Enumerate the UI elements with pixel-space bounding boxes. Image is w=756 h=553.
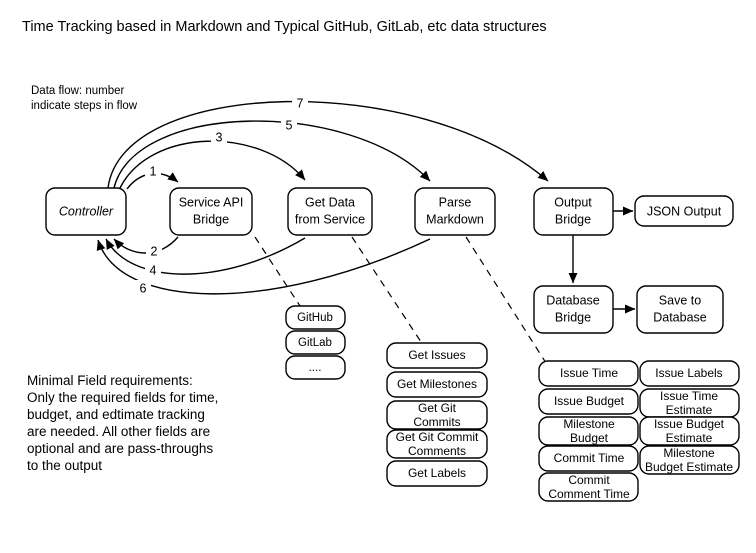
field-left-2-line1: Milestone xyxy=(563,417,615,431)
service-item-2-label: .... xyxy=(309,362,322,374)
note-line-2: Only the required fields for time, xyxy=(27,390,218,405)
field-right-1-line2: Estimate xyxy=(666,403,713,417)
json-output-label: JSON Output xyxy=(647,204,722,218)
flow-number-7: 7 xyxy=(297,96,304,110)
note-line-5: optional and are pass-throughs xyxy=(27,441,213,456)
node-get-data-from-service[interactable]: Get Data from Service xyxy=(287,187,373,236)
note-line-4: are needed. All other fields are xyxy=(27,424,210,439)
field-right-0-line1: Issue Labels xyxy=(655,366,722,380)
flow-number-5: 5 xyxy=(286,118,293,132)
service-item-0[interactable]: GitHub xyxy=(285,305,346,330)
field-left-3-line1: Commit Time xyxy=(554,451,625,465)
service-item-1[interactable]: GitLab xyxy=(285,330,346,355)
field-left-4-line1: Commit xyxy=(568,473,610,487)
field-right-3-line1: Milestone xyxy=(663,446,715,460)
operations-stack: Get Issues Get Milestones Get Git Commit… xyxy=(386,342,488,487)
controller-label: Controller xyxy=(59,204,114,218)
fields-left-column: Issue Time Issue Budget Milestone Budget… xyxy=(538,360,639,502)
diagram-canvas: Time Tracking based in Markdown and Typi… xyxy=(0,0,756,553)
legend-note: Data flow: number indicate steps in flow xyxy=(31,85,138,112)
operation-item-4[interactable]: Get Labels xyxy=(386,460,488,487)
node-database-bridge[interactable]: Database Bridge xyxy=(533,285,614,334)
get-data-label-line2: from Service xyxy=(295,212,365,226)
operation-item-1[interactable]: Get Milestones xyxy=(386,371,488,398)
save-to-database-label-line2: Database xyxy=(653,310,707,324)
operation-item-3-line2: Comments xyxy=(408,444,466,458)
legend-line-1: Data flow: number xyxy=(31,85,124,97)
service-item-2[interactable]: .... xyxy=(285,355,346,380)
service-api-bridge-label-line1: Service API xyxy=(179,195,244,209)
node-json-output[interactable]: JSON Output xyxy=(634,195,734,227)
operation-item-4-line1: Get Labels xyxy=(408,466,466,480)
field-left-1-line1: Issue Budget xyxy=(554,394,625,408)
fields-right-column: Issue Labels Issue Time Estimate Issue B… xyxy=(639,360,740,475)
field-right-3-line2: Budget Estimate xyxy=(645,460,733,474)
flow-arc-4 xyxy=(105,237,306,275)
note-line-1: Minimal Field requirements: xyxy=(27,373,193,388)
database-bridge-label-line2: Bridge xyxy=(555,310,591,324)
operation-item-0[interactable]: Get Issues xyxy=(386,342,488,369)
service-item-0-label: GitHub xyxy=(297,312,333,324)
flow-number-1: 1 xyxy=(150,164,157,178)
field-right-2-line2: Estimate xyxy=(666,431,713,445)
operation-item-2-line2: Commits xyxy=(413,415,460,429)
field-left-2[interactable]: Milestone Budget xyxy=(538,416,639,446)
dashed-link-service-bridge-to-github xyxy=(254,236,301,307)
field-left-3[interactable]: Commit Time xyxy=(538,445,639,472)
output-bridge-label-line1: Output xyxy=(554,195,592,209)
operation-item-3-line1: Get Git Commit xyxy=(396,430,479,444)
operation-item-3[interactable]: Get Git Commit Comments xyxy=(386,429,488,459)
operation-item-2-line1: Get Git xyxy=(418,401,457,415)
node-output-bridge[interactable]: Output Bridge xyxy=(533,187,614,236)
note-line-6: to the output xyxy=(27,458,102,473)
flow-number-4: 4 xyxy=(150,263,157,277)
field-right-2-line1: Issue Budget xyxy=(654,417,725,431)
page-title: Time Tracking based in Markdown and Typi… xyxy=(22,19,547,35)
node-parse-markdown[interactable]: Parse Markdown xyxy=(414,187,496,236)
note-line-3: budget, and edtimate tracking xyxy=(27,407,205,422)
field-right-1[interactable]: Issue Time Estimate xyxy=(639,388,740,418)
legend-line-2: indicate steps in flow xyxy=(31,100,138,112)
field-right-1-line1: Issue Time xyxy=(660,389,718,403)
operation-item-0-line1: Get Issues xyxy=(408,348,465,362)
operation-item-1-line1: Get Milestones xyxy=(397,377,477,391)
field-left-0-line1: Issue Time xyxy=(560,366,618,380)
field-right-2[interactable]: Issue Budget Estimate xyxy=(639,416,740,446)
field-left-2-line2: Budget xyxy=(570,431,609,445)
services-stack: GitHub GitLab .... xyxy=(285,305,346,380)
database-bridge-label-line1: Database xyxy=(546,293,600,307)
minimal-field-requirements-note: Minimal Field requirements: Only the req… xyxy=(27,373,218,473)
service-api-bridge-label-line2: Bridge xyxy=(193,212,229,226)
parse-markdown-label-line1: Parse xyxy=(439,195,472,209)
save-to-database-label-line1: Save to xyxy=(659,293,701,307)
node-service-api-bridge[interactable]: Service API Bridge xyxy=(169,187,253,236)
node-save-to-database[interactable]: Save to Database xyxy=(636,285,724,334)
field-right-3[interactable]: Milestone Budget Estimate xyxy=(639,445,740,475)
flow-arcs-outbound xyxy=(107,100,549,190)
field-left-4[interactable]: Commit Comment Time xyxy=(538,472,639,502)
field-left-1[interactable]: Issue Budget xyxy=(538,388,639,415)
flow-number-3: 3 xyxy=(216,130,223,144)
node-controller[interactable]: Controller xyxy=(45,187,127,236)
field-left-4-line2: Comment Time xyxy=(548,487,630,501)
field-left-0[interactable]: Issue Time xyxy=(538,360,639,387)
parse-markdown-label-line2: Markdown xyxy=(426,212,484,226)
field-right-0[interactable]: Issue Labels xyxy=(639,360,740,387)
operation-item-2[interactable]: Get Git Commits xyxy=(386,400,488,430)
dashed-link-get-data-to-operations xyxy=(351,236,426,349)
get-data-label-line1: Get Data xyxy=(305,195,355,209)
flow-arc-7 xyxy=(107,100,549,189)
service-item-1-label: GitLab xyxy=(298,337,332,349)
output-bridge-label-line2: Bridge xyxy=(555,212,591,226)
flow-number-6: 6 xyxy=(140,281,147,295)
flow-number-2: 2 xyxy=(151,244,158,258)
